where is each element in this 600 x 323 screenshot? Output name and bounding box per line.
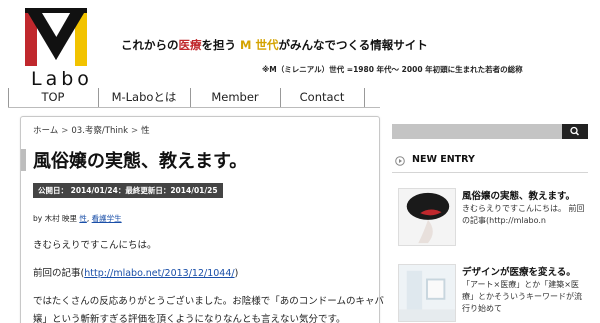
nav-divider <box>364 88 365 107</box>
breadcrumb-home[interactable]: ホーム <box>33 126 58 136</box>
nav-item-top[interactable]: TOP <box>8 88 98 108</box>
new-entry-title: NEW ENTRY <box>412 154 475 165</box>
nav-item-member[interactable]: Member <box>190 88 280 108</box>
article-prev-link-line: 前回の記事(http://mlabo.net/2013/12/1044/) <box>33 265 238 279</box>
entry-title[interactable]: 風俗嬢の実態、教えます。 <box>462 188 575 202</box>
entry-thumbnail[interactable] <box>398 188 456 246</box>
title-accent-bar <box>21 149 26 171</box>
breadcrumb-separator: > <box>131 126 139 136</box>
nav-item-contact[interactable]: Contact <box>280 88 364 108</box>
prev-article-link[interactable]: http://mlabo.net/2013/12/1044/ <box>84 268 234 279</box>
article-card: ホーム >03.考察/Think > 性 風俗嬢の実態、教えます。 公開日： 2014… <box>20 116 384 323</box>
section-divider <box>392 172 588 173</box>
generation-note: ※M（ミレニアル）世代 =1980 年代〜 2000 年初頭に生まれた若者の総称 <box>262 65 523 74</box>
entry-excerpt: きむらえりですこんにちは。 前回の記事(http://mlabo.n <box>462 204 585 225</box>
m-logo-icon <box>25 8 87 66</box>
tagline-highlight-medical: 医療 <box>178 38 202 52</box>
tagline-part: がみんなでつくる情報サイト <box>278 38 428 52</box>
site-tagline: これからの医療を担う M 世代がみんなでつくる情報サイト <box>121 37 428 53</box>
tag-link-nursing-student[interactable]: 看護学生 <box>92 214 122 223</box>
article-greeting: きむらえりですこんにちは。 <box>33 240 157 251</box>
nav-underline <box>8 107 380 108</box>
prev-prefix: 前回の記事( <box>33 268 85 279</box>
breadcrumb-separator: > <box>61 126 69 136</box>
breadcrumb-category[interactable]: 03.考察/Think <box>71 126 128 136</box>
prev-suffix: ) <box>234 268 239 279</box>
article-author: by 木村 映里 <box>33 214 77 223</box>
site-logo[interactable]: Labo <box>25 8 89 90</box>
tagline-part: これからの <box>121 38 179 52</box>
tagline-highlight-generation: M 世代 <box>240 38 279 52</box>
search-icon <box>570 126 580 136</box>
breadcrumb: ホーム >03.考察/Think > 性 <box>33 124 150 136</box>
entry-thumbnail[interactable] <box>398 264 456 322</box>
circle-arrow-icon <box>395 156 405 166</box>
article-meta: by 木村 映里 性, 看護学生 <box>33 213 122 224</box>
tagline-part: を担う <box>201 38 241 52</box>
main-nav: TOP M-Laboとは Member Contact <box>0 88 600 108</box>
nav-item-about[interactable]: M-Laboとは <box>98 88 190 108</box>
logo-text: Labo <box>31 68 93 90</box>
entry-title[interactable]: デザインが医療を変える。 <box>462 264 576 278</box>
article-title: 風俗嬢の実態、教えます。 <box>33 151 248 172</box>
search-button[interactable] <box>562 124 588 139</box>
tag-link-sex[interactable]: 性 <box>79 214 87 223</box>
breadcrumb-current[interactable]: 性 <box>141 126 150 136</box>
article-dates: 公開日： 2014/01/24：最終更新日：2014/01/25 <box>33 183 223 198</box>
article-text-line: 嬢」という斬新すぎる評価を頂くようになりなんとも言えない気分です。 <box>33 314 346 323</box>
entry-excerpt: 「アート×医療」とか「建築×医療」とかそういうキーワードが流行り始めて <box>462 280 582 313</box>
article-text-line: ではたくさんの反応ありがとうございました。お陰様で「あのコンドームのキャバ <box>33 296 385 307</box>
search-input[interactable] <box>392 124 562 139</box>
